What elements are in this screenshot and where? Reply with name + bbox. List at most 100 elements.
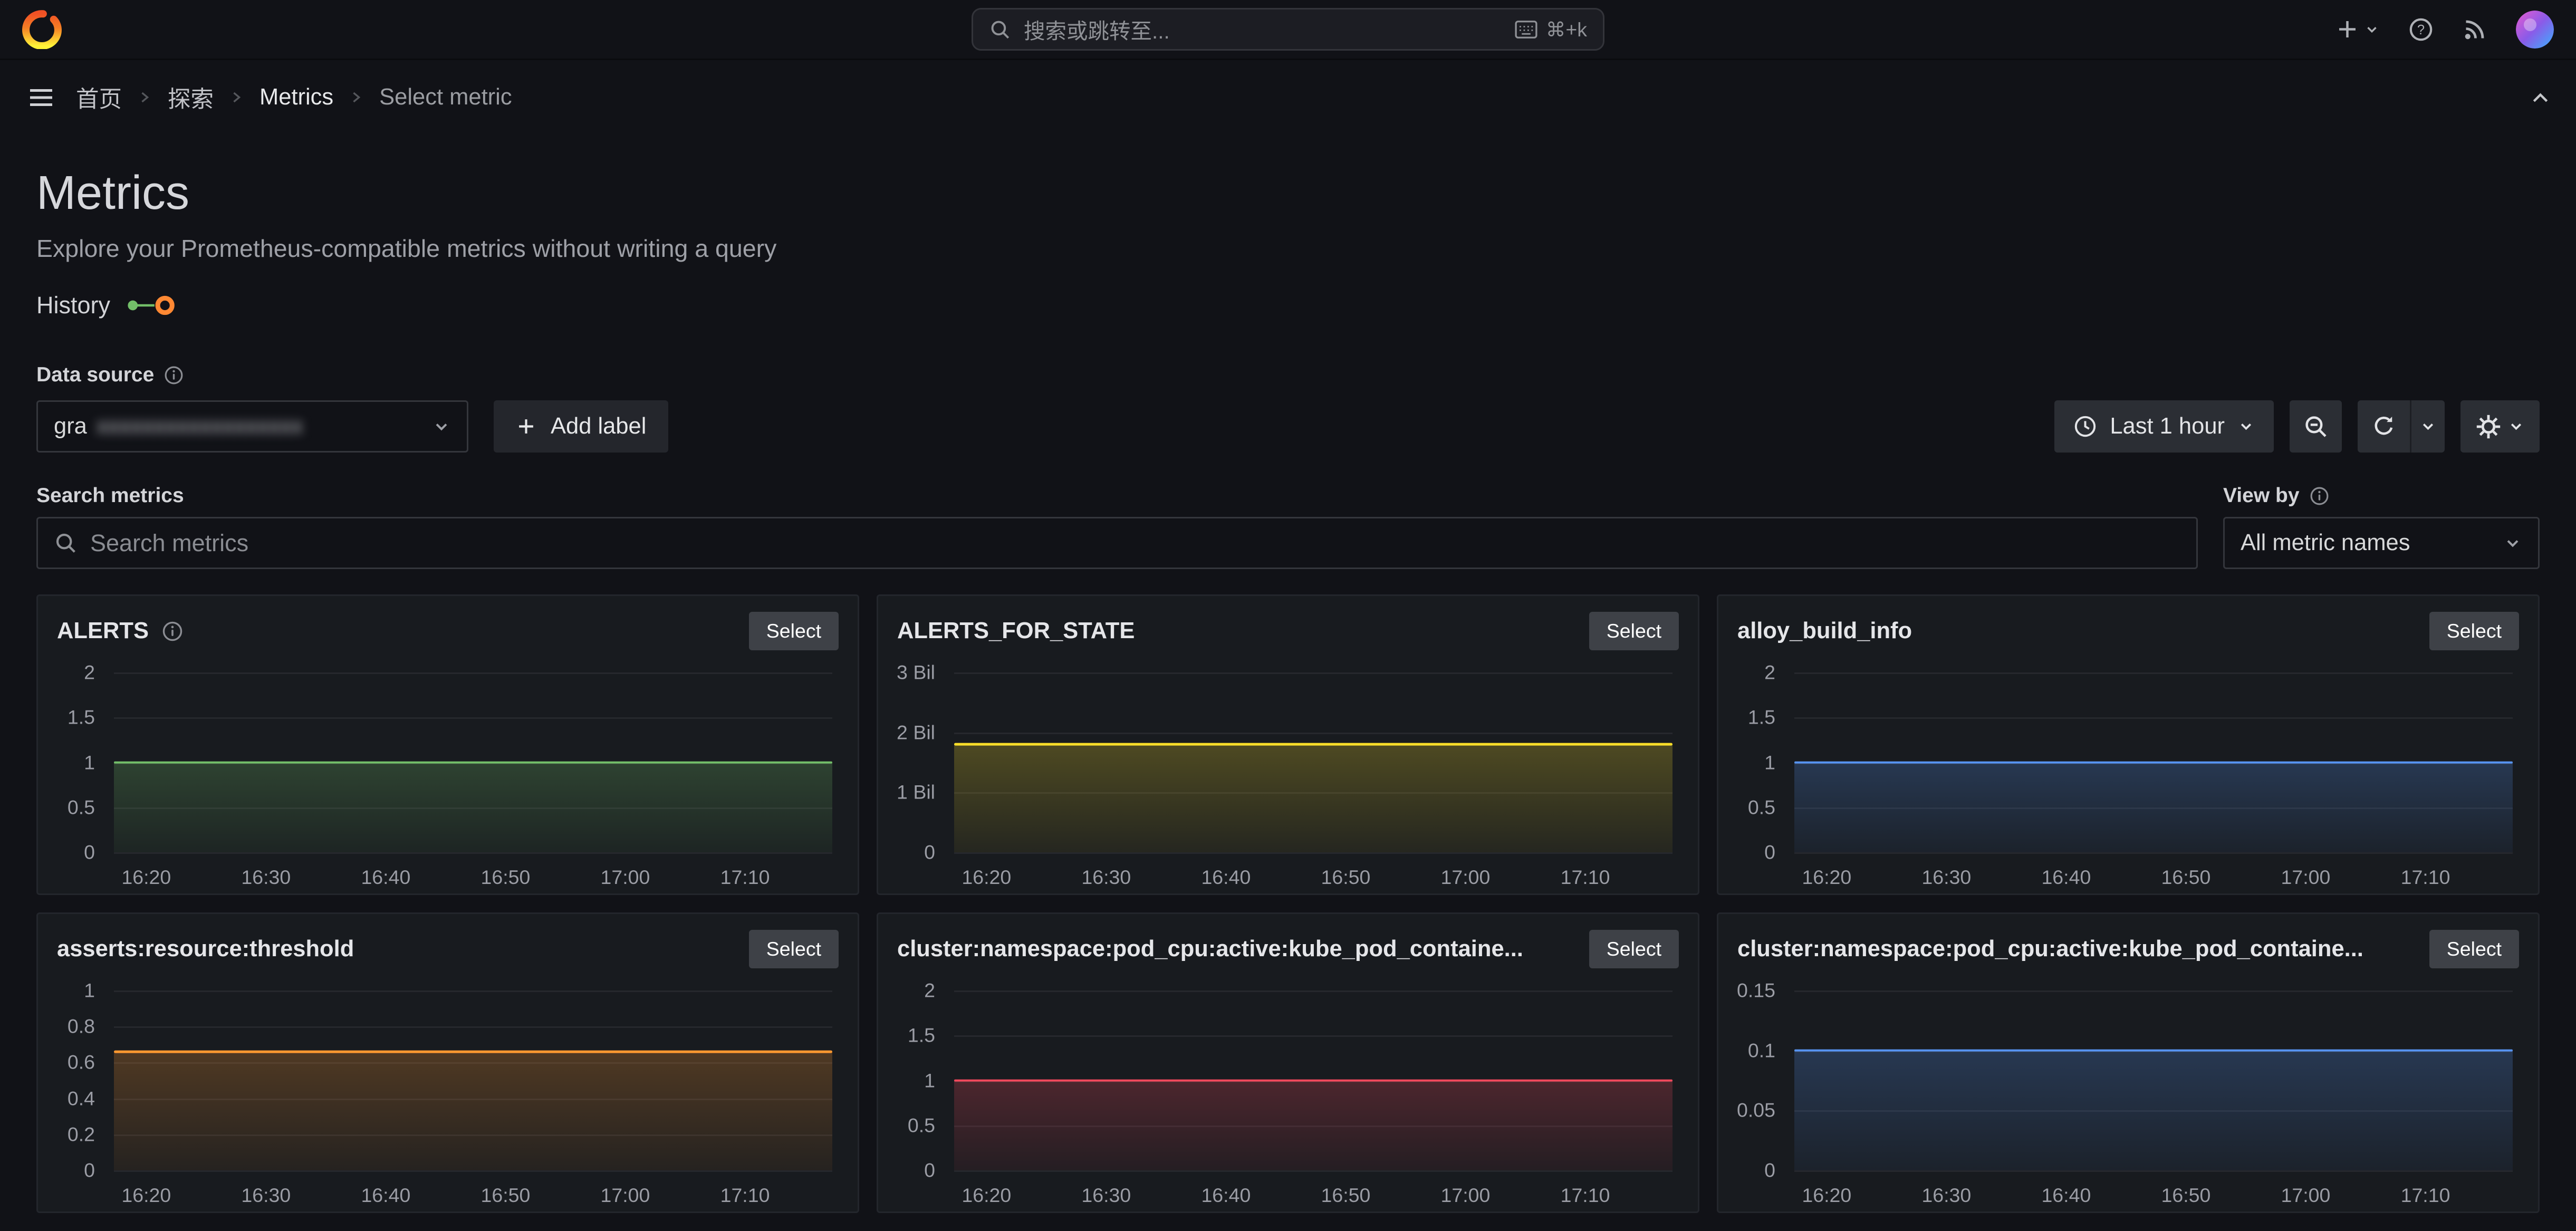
gridline <box>954 672 1673 674</box>
metric-select-button[interactable]: Select <box>2429 930 2519 968</box>
history-row: History <box>36 290 2540 321</box>
chevron-down-icon <box>2419 418 2437 435</box>
datasource-value-prefix: gra <box>54 413 87 439</box>
gridline <box>954 733 1673 734</box>
search-metrics-label: Search metrics <box>36 484 184 507</box>
y-axis-label: 2 Bil <box>897 721 935 744</box>
x-axis-label: 17:10 <box>720 1184 770 1207</box>
gridline <box>1794 717 2513 719</box>
clock-icon <box>2073 415 2097 438</box>
view-by-select[interactable]: All metric names <box>2223 517 2540 569</box>
add-label-button[interactable]: Add label <box>494 400 668 453</box>
x-axis-label: 17:10 <box>2401 1184 2450 1207</box>
x-axis-label: 16:40 <box>1201 1184 1251 1207</box>
gridline <box>954 852 1673 854</box>
history-label: History <box>36 292 110 319</box>
info-icon[interactable] <box>164 365 184 386</box>
panel-info-icon[interactable] <box>161 620 184 642</box>
grafana-logo[interactable] <box>22 9 62 49</box>
x-axis-label: 16:30 <box>1921 866 1971 889</box>
settings-button[interactable] <box>2460 400 2540 453</box>
x-axis: 16:2016:3016:4016:5017:0017:10 <box>114 862 832 889</box>
time-range-picker[interactable]: Last 1 hour <box>2054 400 2274 453</box>
y-axis-label: 2 <box>1764 661 1775 684</box>
metrics-search-input[interactable] <box>90 530 2180 557</box>
view-by-label-row: View by <box>2223 484 2540 507</box>
metric-panel-header: asserts:resource:threshold Select <box>38 914 858 972</box>
collapse-chevron-button[interactable] <box>2530 87 2551 108</box>
x-axis-label: 16:20 <box>962 866 1011 889</box>
help-button[interactable]: ? <box>2408 17 2434 42</box>
metric-select-button[interactable]: Select <box>749 612 839 650</box>
add-label-button-text: Add label <box>551 413 646 439</box>
y-axis-label: 0.5 <box>908 1114 935 1137</box>
datasource-picker[interactable]: gra xxxxxxxxxxxxxxxxxx <box>36 400 468 453</box>
plot-area <box>954 672 1673 852</box>
chevron-right-icon <box>138 90 152 104</box>
info-icon[interactable] <box>2309 486 2330 506</box>
y-axis: 21.510.50 <box>1718 672 1785 852</box>
metric-chart: 21.510.50 16:2016:3016:4016:5017:0017:10 <box>878 972 1698 1211</box>
news-button[interactable] <box>2462 17 2487 42</box>
avatar-image <box>2516 11 2554 49</box>
toolbar-right: Last 1 hour <box>2054 400 2540 453</box>
refresh-button[interactable] <box>2358 400 2410 453</box>
x-axis-label: 17:10 <box>1561 1184 1610 1207</box>
metric-panel-header: cluster:namespace:pod_cpu:active:kube_po… <box>1718 914 2538 972</box>
menu-toggle-button[interactable] <box>25 82 57 113</box>
grafana-app: 搜索或跳转至... ⌘+k ? <box>0 0 2576 1213</box>
metric-select-button[interactable]: Select <box>1589 612 1679 650</box>
zoom-out-button[interactable] <box>2290 400 2342 453</box>
x-axis-label: 16:20 <box>121 866 171 889</box>
y-axis-label: 0.5 <box>1748 796 1775 819</box>
user-avatar[interactable] <box>2516 11 2554 49</box>
refresh-split-button <box>2358 400 2445 453</box>
x-axis-label: 17:00 <box>1441 1184 1491 1207</box>
series-line <box>1794 1049 2513 1052</box>
x-axis-label: 16:50 <box>2161 1184 2211 1207</box>
metric-select-button[interactable]: Select <box>2429 612 2519 650</box>
gridline <box>114 1026 832 1028</box>
gear-icon <box>2476 414 2501 439</box>
plot-area <box>1794 990 2513 1170</box>
top-nav: 搜索或跳转至... ⌘+k ? <box>0 0 2576 60</box>
x-axis-label: 17:00 <box>601 866 650 889</box>
search-shortcut: ⌘+k <box>1514 18 1587 41</box>
metric-chart: 21.510.50 16:2016:3016:4016:5017:0017:10 <box>38 653 858 893</box>
x-axis-label: 16:50 <box>481 1184 531 1207</box>
controls-row: gra xxxxxxxxxxxxxxxxxx Add label <box>36 400 2540 453</box>
x-axis-label: 17:00 <box>2281 1184 2331 1207</box>
zoom-out-icon <box>2303 414 2329 439</box>
search-row: All metric names <box>36 517 2540 569</box>
y-axis-label: 3 Bil <box>897 661 935 684</box>
y-axis-label: 0 <box>924 1159 935 1182</box>
metric-select-button[interactable]: Select <box>749 930 839 968</box>
breadcrumb-metrics[interactable]: Metrics <box>259 84 333 110</box>
view-by-label: View by <box>2223 484 2300 507</box>
x-axis-label: 16:20 <box>121 1184 171 1207</box>
refresh-interval-dropdown[interactable] <box>2410 400 2445 453</box>
history-timeline-icon[interactable] <box>126 294 180 316</box>
y-axis-label: 1 <box>84 979 95 1002</box>
metrics-panel-grid: ALERTS Select 21.510.50 16:2016:3016:401… <box>36 594 2540 1213</box>
y-axis-label: 1 <box>1764 751 1775 774</box>
x-axis-label: 16:20 <box>1802 1184 1851 1207</box>
global-search-input[interactable]: 搜索或跳转至... ⌘+k <box>972 8 1604 51</box>
y-axis-label: 1 <box>84 751 95 774</box>
nav-actions: ? <box>2335 11 2554 49</box>
breadcrumb: 首页 探索 Metrics Select metric <box>76 81 512 114</box>
chevron-down-icon <box>2507 418 2525 435</box>
plot-area <box>1794 672 2513 852</box>
gridline <box>114 852 832 854</box>
metric-panel-title: alloy_build_info <box>1737 618 1912 644</box>
add-menu-button[interactable] <box>2335 17 2380 41</box>
y-axis-label: 1 Bil <box>897 781 935 804</box>
y-axis-label: 0 <box>84 1159 95 1182</box>
y-axis: 21.510.50 <box>878 990 945 1170</box>
metric-select-button[interactable]: Select <box>1589 930 1679 968</box>
metric-chart: 10.80.60.40.20 16:2016:3016:4016:5017:00… <box>38 972 858 1211</box>
breadcrumb-home[interactable]: 首页 <box>76 81 122 114</box>
x-axis-label: 17:00 <box>601 1184 650 1207</box>
y-axis: 21.510.50 <box>38 672 104 852</box>
breadcrumb-explore[interactable]: 探索 <box>168 81 214 114</box>
